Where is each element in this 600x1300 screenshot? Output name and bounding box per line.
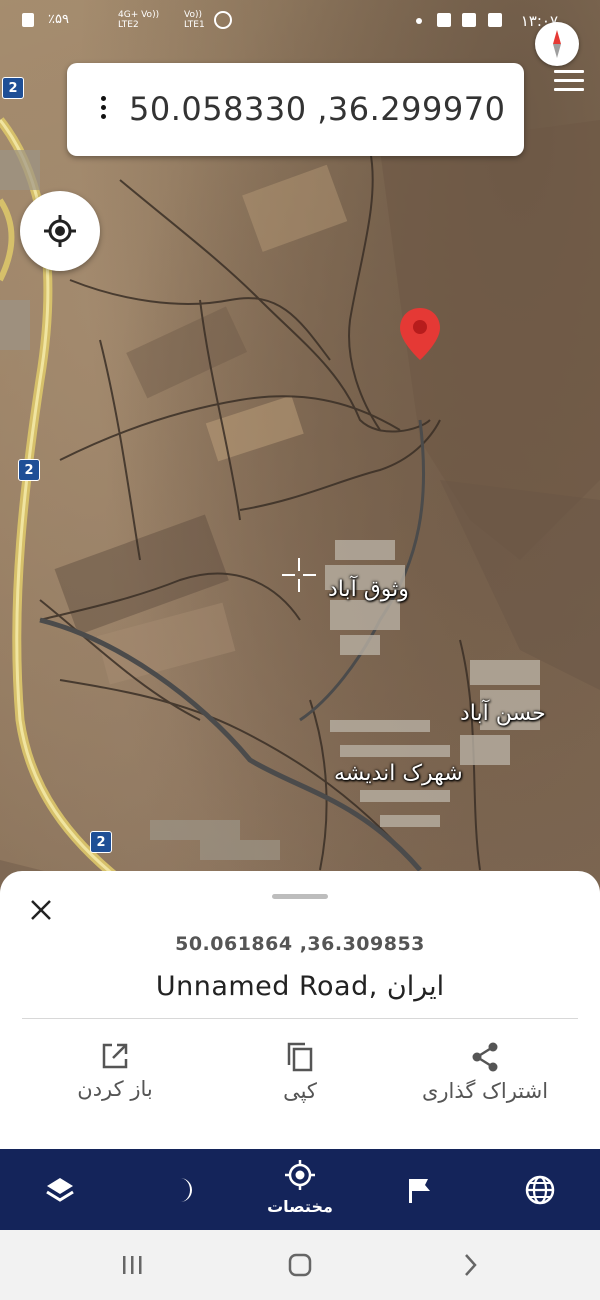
- copy-button[interactable]: کپی: [210, 1041, 390, 1103]
- copy-label: کپی: [283, 1079, 317, 1103]
- location-pin-icon[interactable]: [398, 306, 442, 362]
- road-shield: 2: [90, 831, 112, 853]
- gallery-icon: [488, 13, 502, 27]
- status-bar: ٪۵۹ 4G+ Vo)) LTE2 Vo)) LTE1 ۱۳:۰۷: [0, 0, 600, 44]
- layers-icon: [46, 1178, 74, 1202]
- nav-coordinates[interactable]: مختصات: [260, 1149, 340, 1230]
- globe-icon: [525, 1175, 555, 1205]
- hamburger-menu-icon[interactable]: [554, 70, 584, 94]
- alarm-icon: [214, 11, 232, 29]
- center-crosshair-icon: [282, 558, 316, 592]
- open-external-icon: [102, 1043, 128, 1069]
- copy-icon: [287, 1042, 313, 1072]
- coordinate-input[interactable]: 50.058330 ,36.299970: [129, 90, 505, 128]
- road-shield: 2: [18, 459, 40, 481]
- kebab-icon[interactable]: [101, 96, 107, 123]
- close-icon[interactable]: [28, 897, 54, 923]
- place-label-hasan-abad: حسن آباد: [460, 701, 546, 726]
- flag-icon: [409, 1179, 430, 1203]
- recent-apps-icon[interactable]: [120, 1253, 144, 1277]
- divider: [22, 1018, 578, 1019]
- nav-night-mode[interactable]: [138, 1149, 218, 1230]
- sheet-drag-handle[interactable]: [272, 894, 328, 899]
- coordinate-search-box[interactable]: 50.058330 ,36.299970: [67, 63, 524, 156]
- place-label-vosugh-abad: وثوق آباد: [328, 577, 409, 602]
- sim1-status: 4G+ Vo)) LTE2: [118, 10, 160, 30]
- bottom-navigation: مختصات: [0, 1149, 600, 1230]
- moon-icon: [180, 1178, 192, 1202]
- road-shield: 2: [2, 77, 24, 99]
- home-icon[interactable]: [287, 1252, 313, 1278]
- nav-flag[interactable]: [380, 1149, 460, 1230]
- selected-coordinates: 50.061864 ,36.309853: [175, 933, 425, 955]
- my-location-button[interactable]: [20, 191, 100, 271]
- nav-layers[interactable]: [20, 1149, 100, 1230]
- message-icon: [462, 13, 476, 27]
- compass-icon[interactable]: [535, 22, 579, 66]
- battery-percent: ٪۵۹: [48, 12, 69, 27]
- back-icon[interactable]: [460, 1252, 480, 1278]
- parking-icon: [437, 13, 451, 27]
- location-details-sheet: 50.061864 ,36.309853 Unnamed Road, ایران…: [0, 871, 600, 1151]
- open-button[interactable]: باز کردن: [25, 1041, 205, 1101]
- notification-icon: [22, 13, 34, 27]
- selected-address: Unnamed Road, ایران: [155, 971, 445, 1002]
- share-label: اشتراک گذاری: [421, 1079, 549, 1103]
- nav-coordinates-label: مختصات: [267, 1197, 333, 1216]
- share-button[interactable]: اشتراک گذاری: [395, 1041, 575, 1103]
- nav-globe[interactable]: [500, 1149, 580, 1230]
- share-icon: [472, 1042, 498, 1072]
- crosshair-icon: [285, 1160, 315, 1190]
- sim2-status: Vo)) LTE1: [184, 10, 205, 30]
- dot-icon: [416, 18, 422, 24]
- system-navigation-bar: [0, 1230, 600, 1300]
- place-label-shahrak-andisheh: شهرک اندیشه: [334, 761, 463, 786]
- my-location-icon: [44, 215, 76, 247]
- open-label: باز کردن: [77, 1077, 153, 1101]
